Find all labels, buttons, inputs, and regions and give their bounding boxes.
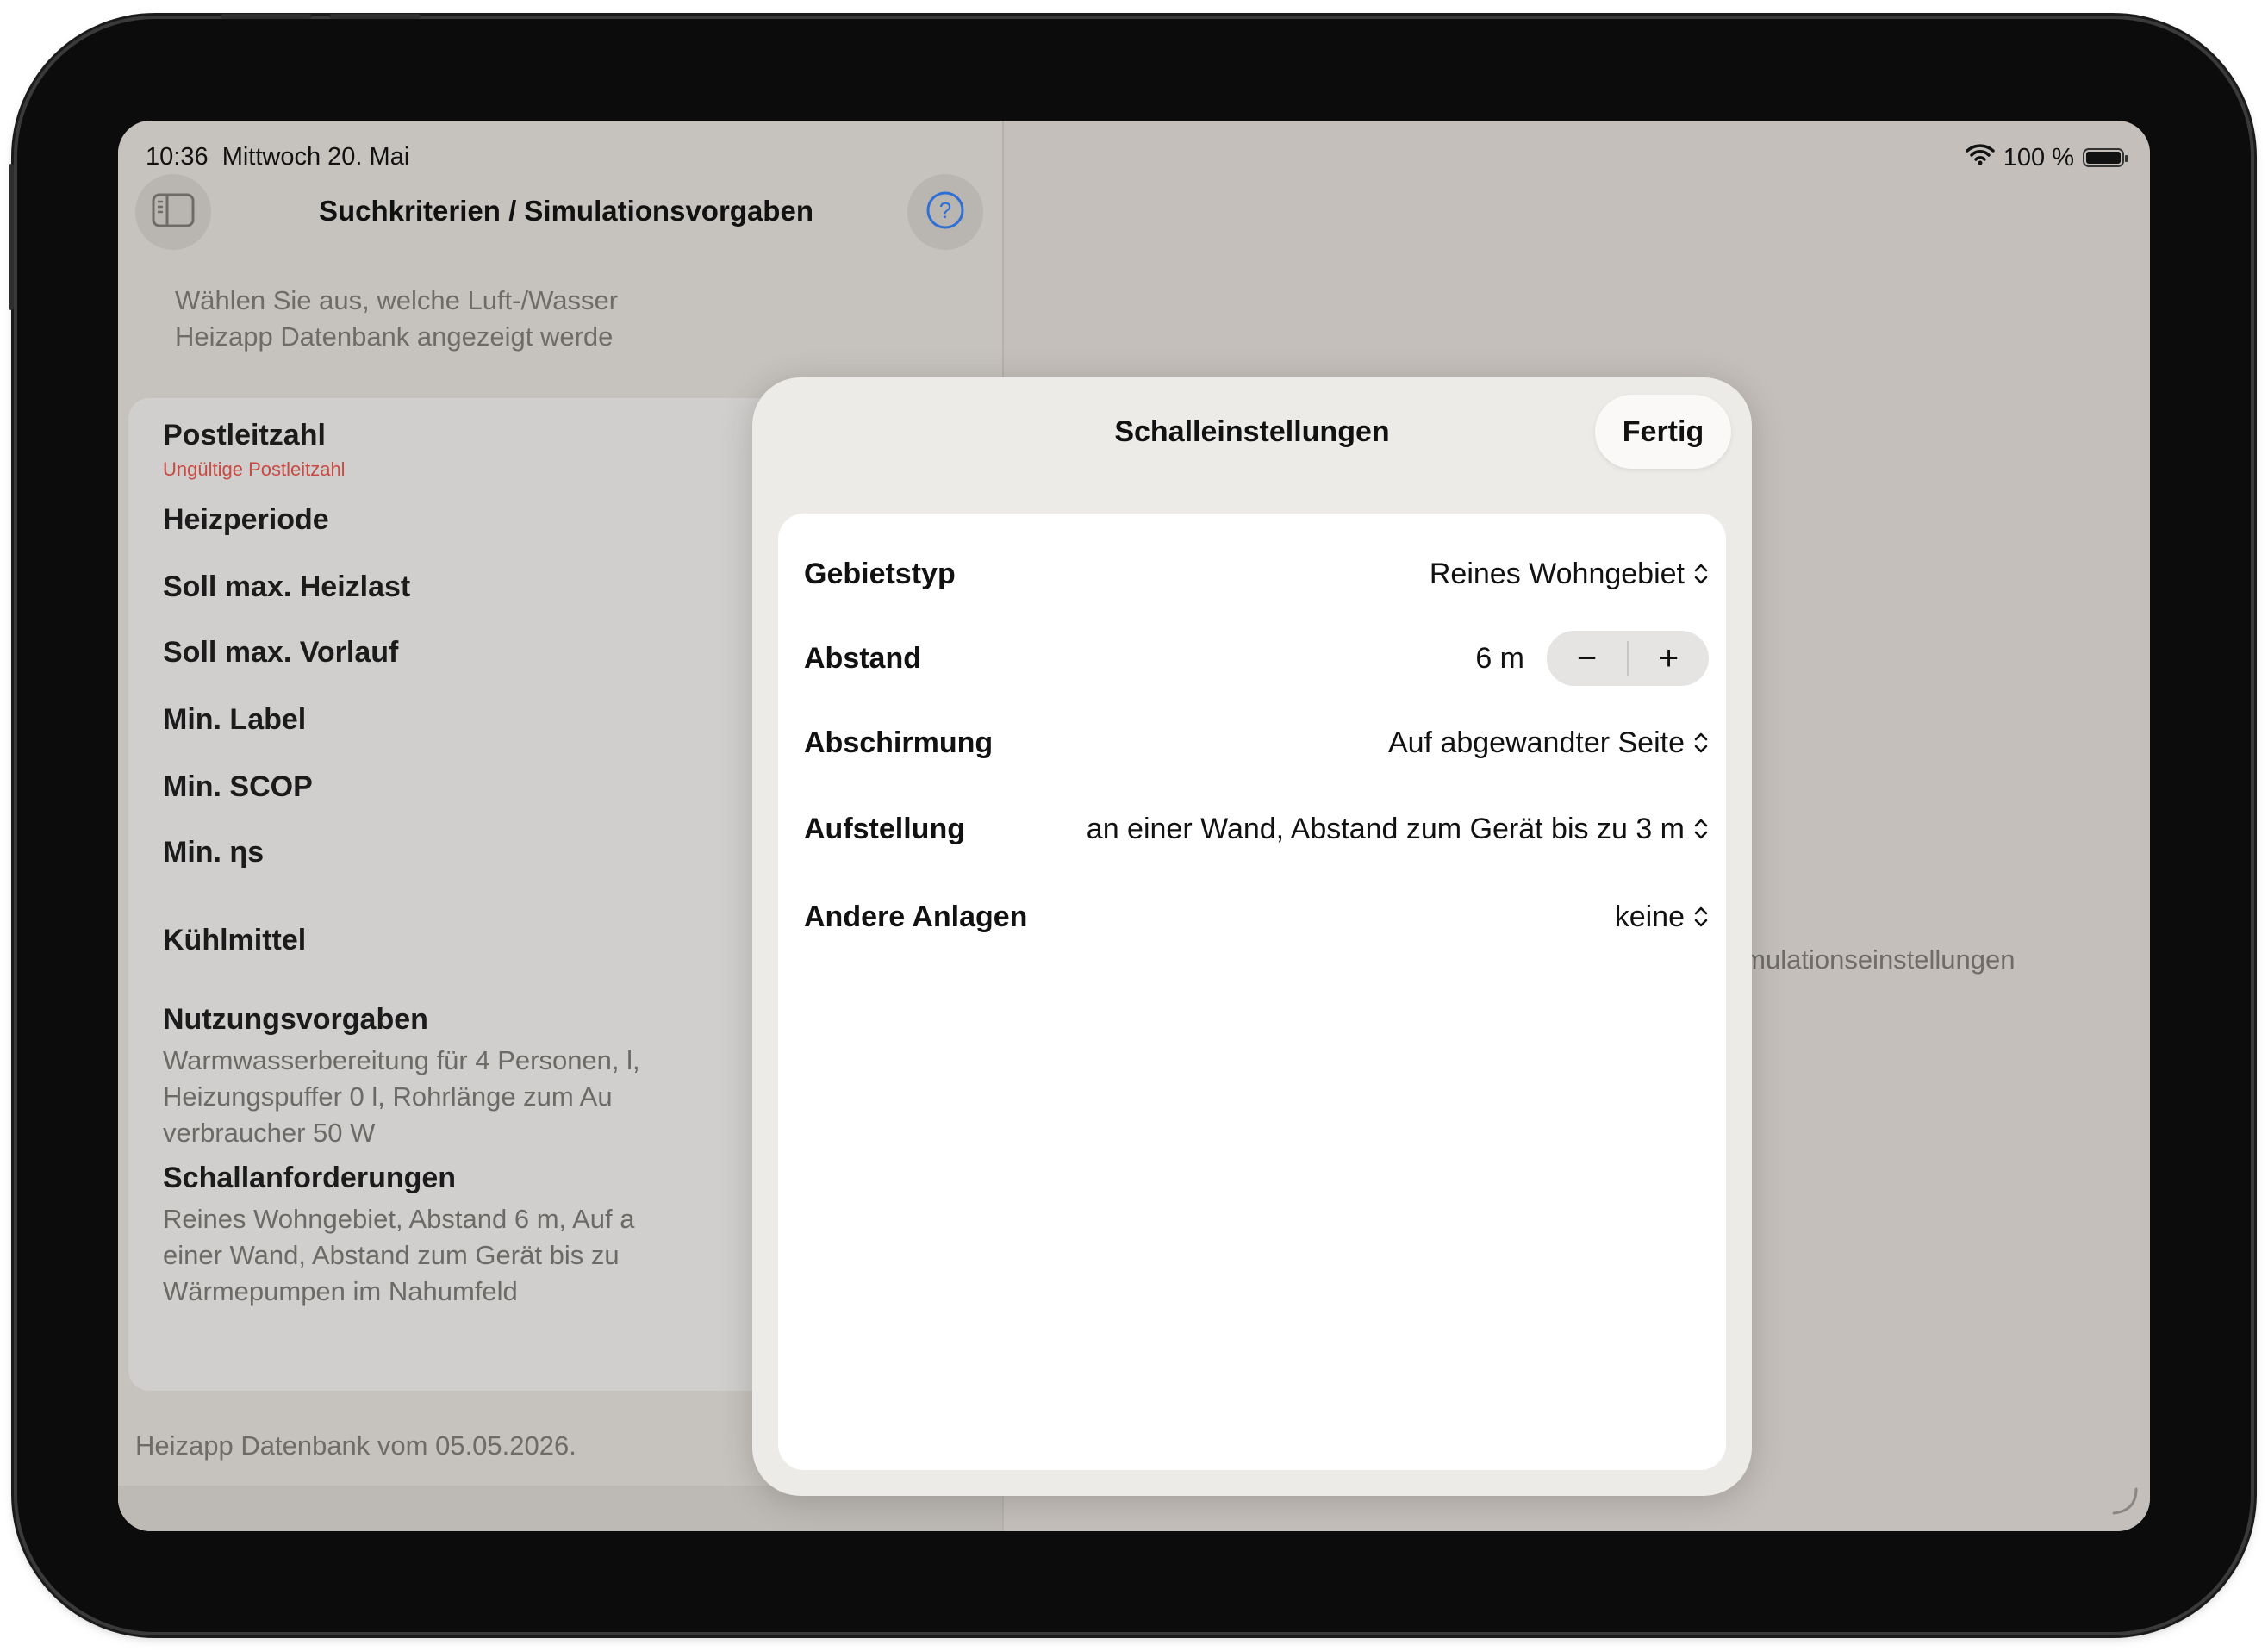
abstand-value: 6 m [1475, 641, 1524, 675]
list-item-eta[interactable]: Min. ηs [163, 836, 264, 869]
abschirmung-label: Abschirmung [804, 726, 994, 759]
minus-icon[interactable]: − [1547, 631, 1627, 686]
status-time-date: 10:36 Mittwoch 20. Mai [146, 143, 409, 171]
abstand-label: Abstand [804, 641, 921, 675]
row-abstand: Abstand 6 m − + [804, 631, 1709, 686]
gebietstyp-picker[interactable]: Reines Wohngebiet [1430, 558, 1709, 591]
nutzungsvorgaben-detail: Warmwasserbereitung für 4 Personen, l, H… [163, 1045, 640, 1148]
resize-corner-icon[interactable] [2107, 1484, 2141, 1523]
list-item-heizperiode[interactable]: Heizperiode [163, 503, 329, 537]
intro-text: Wählen Sie aus, welche Luft-/Wasser Heiz… [175, 285, 619, 352]
help-button[interactable]: ? [907, 174, 983, 250]
list-item-schallanforderungen[interactable]: Schallanforderungen [163, 1162, 456, 1195]
row-abschirmung[interactable]: Abschirmung Auf abgewandter Seite [804, 717, 1709, 769]
sound-settings-sheet: Schalleinstellungen Fertig Gebietstyp Re… [752, 377, 1752, 1496]
done-button[interactable]: Fertig [1595, 395, 1731, 469]
gebietstyp-label: Gebietstyp [804, 557, 956, 590]
aufstellung-label: Aufstellung [804, 812, 965, 845]
aufstellung-picker[interactable]: an einer Wand, Abstand zum Gerät bis zu … [1087, 813, 1709, 846]
row-gebietstyp[interactable]: Gebietstyp Reines Wohngebiet [804, 548, 1709, 600]
validation-error: Ungültige Postleitzahl [163, 458, 346, 480]
andere-anlagen-picker[interactable]: keine [1615, 900, 1709, 934]
andere-anlagen-value: keine [1614, 900, 1685, 933]
help-icon: ? [925, 190, 966, 235]
abstand-control: 6 m − + [1475, 631, 1709, 686]
sidebar-toggle-icon [152, 193, 195, 232]
abschirmung-value: Auf abgewandter Seite [1387, 726, 1685, 759]
list-item-kuehlmittel[interactable]: Kühlmittel [163, 924, 306, 957]
chevron-up-down-icon [1694, 906, 1708, 927]
chevron-up-down-icon [1694, 732, 1708, 753]
abstand-stepper[interactable]: − + [1547, 631, 1709, 686]
battery-icon [2083, 148, 2128, 167]
volume-button-top-1 [221, 14, 312, 19]
list-item-vorlauf[interactable]: Soll max. Vorlauf [163, 636, 398, 670]
row-aufstellung[interactable]: Aufstellung an einer Wand, Abstand zum G… [804, 803, 1709, 855]
abschirmung-picker[interactable]: Auf abgewandter Seite [1388, 726, 1709, 760]
sidebar-toggle-button[interactable] [135, 174, 211, 250]
list-item-scop[interactable]: Min. SCOP [163, 770, 313, 804]
list-item-postleitzahl[interactable]: Postleitzahl [163, 419, 326, 452]
andere-anlagen-label: Andere Anlagen [804, 900, 1028, 933]
aufstellung-value: an einer Wand, Abstand zum Gerät bis zu … [1086, 812, 1685, 845]
database-footer: Heizapp Datenbank vom 05.05.2026. [135, 1430, 576, 1461]
chevron-up-down-icon [1694, 819, 1708, 839]
row-andere-anlagen[interactable]: Andere Anlagen keine [804, 891, 1709, 943]
plus-icon[interactable]: + [1629, 631, 1709, 686]
screen: Suchkriterien / Simulationsvorgaben ? Wä… [118, 121, 2150, 1531]
volume-button-top-2 [329, 14, 421, 19]
page-title: Suchkriterien / Simulationsvorgaben [319, 195, 813, 227]
status-right: 100 % [1966, 143, 2128, 172]
power-button-side [9, 164, 14, 310]
list-item-nutzungsvorgaben[interactable]: Nutzungsvorgaben [163, 1003, 428, 1037]
list-item-heizlast[interactable]: Soll max. Heizlast [163, 570, 410, 604]
chevron-up-down-icon [1694, 564, 1708, 584]
status-bar: 10:36 Mittwoch 20. Mai 100 % [118, 131, 2150, 172]
list-item-label[interactable]: Min. Label [163, 703, 306, 737]
svg-text:?: ? [939, 197, 951, 223]
battery-percent: 100 % [2003, 143, 2074, 171]
gebietstyp-value: Reines Wohngebiet [1429, 557, 1685, 590]
status-date: Mittwoch 20. Mai [221, 143, 410, 171]
status-time: 10:36 [146, 143, 209, 171]
schallanforderungen-detail: Reines Wohngebiet, Abstand 6 m, Auf a ei… [163, 1204, 635, 1306]
settings-card: Gebietstyp Reines Wohngebiet Abstand 6 m… [778, 514, 1726, 1470]
wifi-icon [1966, 143, 1995, 172]
